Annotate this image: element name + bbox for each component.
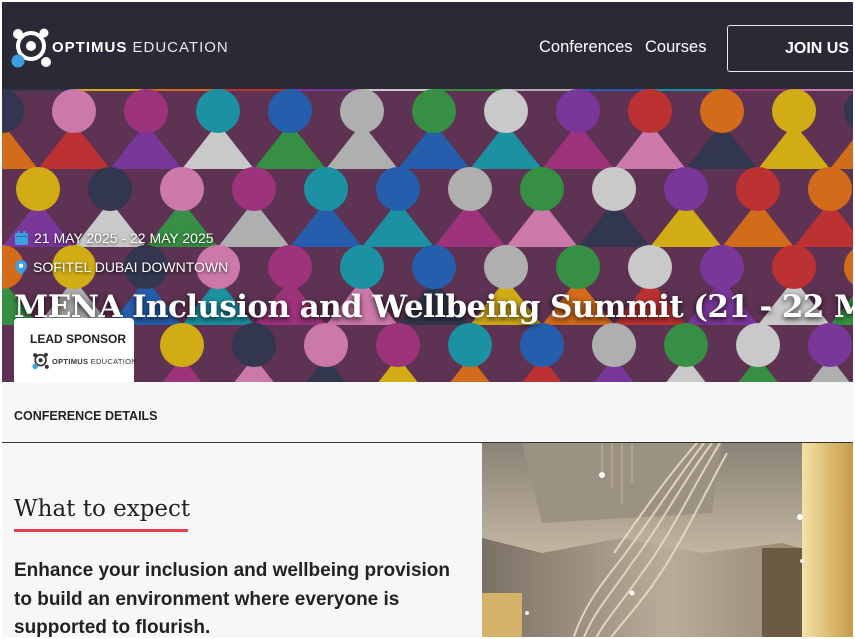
site-header: OPTIMUS EDUCATION Conferences Courses JO… <box>2 2 853 89</box>
section-title: What to expect <box>14 496 191 522</box>
brand-bold: OPTIMUS <box>52 39 128 56</box>
lead-sponsor-label: LEAD SPONSOR <box>30 332 127 346</box>
conference-details-bar: CONFERENCE DETAILS <box>2 382 853 443</box>
calendar-icon <box>15 231 28 245</box>
what-to-expect-section: What to expect Enhance your inclusion an… <box>2 443 482 637</box>
optimus-logo-icon[interactable] <box>10 24 54 72</box>
sponsor-brand-light: EDUCATION <box>88 357 137 366</box>
event-location-text: SOFITEL DUBAI DOWNTOWN <box>33 259 229 275</box>
event-title: MENA Inclusion and Wellbeing Summit (21 … <box>14 289 853 325</box>
sponsor-brand-bold: OPTIMUS <box>52 357 89 366</box>
join-us-button[interactable]: JOIN US <box>727 25 853 72</box>
nav-conferences[interactable]: Conferences <box>539 38 633 57</box>
lead-sponsor-card[interactable]: LEAD SPONSOR OPTIMUS EDUCATION <box>14 318 137 384</box>
conference-details-label[interactable]: CONFERENCE DETAILS <box>14 409 158 423</box>
sponsor-brand: OPTIMUS EDUCATION <box>52 357 137 366</box>
brand-light: EDUCATION <box>127 39 229 56</box>
event-date-text: 21 MAY 2025 - 22 MAY 2025 <box>34 230 214 246</box>
section-body: Enhance your inclusion and wellbeing pro… <box>14 560 451 637</box>
title-underline <box>14 529 188 532</box>
event-location: SOFITEL DUBAI DOWNTOWN <box>15 259 228 275</box>
venue-photo <box>482 443 853 637</box>
venue-chandelier-image <box>482 443 853 637</box>
nav-courses[interactable]: Courses <box>645 38 706 57</box>
brand-name[interactable]: OPTIMUS EDUCATION <box>52 39 229 56</box>
sponsor-logo-icon <box>32 352 49 370</box>
event-date: 21 MAY 2025 - 22 MAY 2025 <box>15 230 214 246</box>
map-pin-icon <box>15 259 27 275</box>
page-frame: OPTIMUS EDUCATION Conferences Courses JO… <box>2 2 853 637</box>
